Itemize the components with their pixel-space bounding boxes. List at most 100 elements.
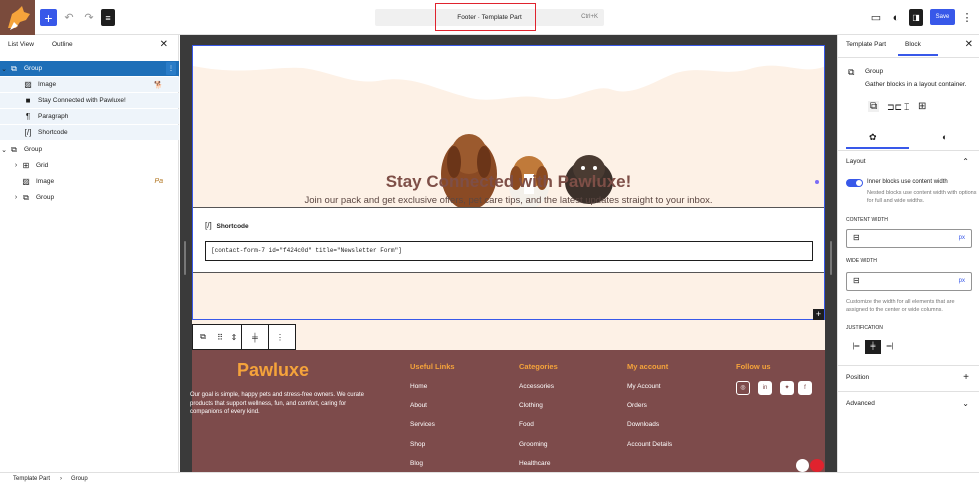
shortcode-block[interactable]: [/] Shortcode [contact-form-7 id="f424c0…: [193, 207, 824, 273]
chevron-down-icon[interactable]: ⌄: [0, 65, 8, 73]
tab-list-view[interactable]: List View: [8, 41, 34, 48]
footer-link[interactable]: Clothing: [519, 402, 543, 409]
content-width-toggle[interactable]: [846, 179, 863, 187]
footer-link[interactable]: Grooming: [519, 441, 548, 448]
justify-left-icon[interactable]: |═: [848, 340, 864, 354]
group-variation-icon[interactable]: ⧉: [868, 101, 880, 112]
chevron-right-icon[interactable]: ›: [12, 194, 20, 201]
row-variation-icon[interactable]: ⊐⊏: [887, 102, 902, 113]
stack-variation-icon[interactable]: ⌶: [904, 102, 909, 113]
list-item-heading[interactable]: ■ Stay Connected with Pawluxe!: [0, 93, 179, 108]
list-item-paragraph[interactable]: ¶ Paragraph: [0, 109, 179, 124]
block-toolbar: ⧉ ⠿ ⇕ ╪ ⋮: [192, 324, 296, 350]
justify-right-icon[interactable]: ═|: [882, 340, 898, 354]
settings-gear-icon[interactable]: ✿: [869, 132, 877, 143]
image-thumbnail: 🐕: [154, 81, 163, 89]
shortcode-input[interactable]: [contact-form-7 id="f424c0d" title="News…: [205, 241, 813, 261]
tab-block[interactable]: Block: [905, 41, 921, 48]
facebook-icon[interactable]: f: [798, 381, 812, 395]
footer-link[interactable]: Home: [410, 383, 427, 390]
footer-link[interactable]: Blog: [410, 460, 423, 467]
notification-badge-icon[interactable]: [810, 459, 824, 472]
justify-center-icon[interactable]: ╪: [242, 333, 268, 342]
options-icon[interactable]: ⋮: [962, 9, 973, 26]
footer-link[interactable]: Healthcare: [519, 460, 550, 467]
save-button[interactable]: Save: [930, 9, 955, 25]
grid-variation-icon[interactable]: ⊞: [918, 101, 926, 112]
close-icon[interactable]: ✕: [965, 39, 973, 50]
footer-section[interactable]: Pawluxe Our goal is simple, happy pets a…: [190, 350, 825, 472]
breadcrumb-template-part[interactable]: Template Part: [13, 476, 50, 482]
justify-center-icon[interactable]: ╪: [865, 340, 881, 354]
chevron-right-icon[interactable]: ›: [12, 162, 20, 169]
add-block-button[interactable]: +: [40, 9, 57, 26]
linkedin-icon[interactable]: in: [758, 381, 772, 395]
resize-handle-right[interactable]: [830, 241, 832, 275]
newsletter-heading[interactable]: Stay Connected with Pawluxe!: [193, 172, 824, 192]
editor-top-bar: + ↶ ↷ ≡ Footer · Template Part Ctrl+K ▭ …: [0, 0, 979, 35]
chevron-down-icon[interactable]: ⌄: [962, 399, 969, 408]
close-icon[interactable]: ✕: [160, 39, 168, 50]
list-item-shortcode[interactable]: [/] Shortcode: [0, 125, 179, 140]
layout-heading[interactable]: Layout: [846, 158, 866, 165]
group-block-newsletter[interactable]: Stay Connected with Pawluxe! Join our pa…: [192, 45, 825, 320]
group-icon[interactable]: ⧉: [193, 332, 213, 342]
style-book-icon[interactable]: ◐: [890, 9, 902, 26]
position-heading[interactable]: Position: [846, 374, 869, 381]
chevron-down-icon[interactable]: ⌄: [0, 146, 8, 154]
list-item-group[interactable]: ⌄ ⧉ Group ⋮: [0, 61, 179, 76]
footer-link[interactable]: Food: [519, 421, 534, 428]
chevron-up-icon[interactable]: ⌃: [962, 157, 969, 166]
tab-template-part[interactable]: Template Part: [846, 41, 886, 48]
footer-link[interactable]: Services: [410, 421, 435, 428]
list-item-group[interactable]: ⌄ ⧉ Group: [0, 142, 179, 157]
list-item-label: Shortcode: [38, 129, 68, 136]
block-inserter-button[interactable]: +: [813, 309, 824, 320]
instagram-icon[interactable]: ◎: [736, 381, 750, 395]
footer-link[interactable]: About: [410, 402, 427, 409]
list-item-image[interactable]: ▨ Image Pa: [0, 174, 179, 189]
content-width-input[interactable]: ⊟ px: [846, 229, 972, 248]
advanced-heading[interactable]: Advanced: [846, 400, 875, 407]
list-item-label: Paragraph: [38, 113, 69, 120]
twitter-icon[interactable]: ✦: [780, 381, 794, 395]
footer-link[interactable]: Account Details: [627, 441, 672, 448]
footer-link[interactable]: Accessories: [519, 383, 554, 390]
options-icon[interactable]: ⋮: [166, 62, 176, 75]
site-logo[interactable]: [0, 0, 35, 35]
drag-handle-icon[interactable]: ⠿: [213, 333, 227, 342]
list-item-label: Group: [36, 194, 55, 201]
block-breadcrumb-bar: Template Part › Group: [0, 472, 979, 486]
footer-link[interactable]: Orders: [627, 402, 647, 409]
settings-sidebar-icon[interactable]: ◨: [909, 9, 923, 26]
footer-link[interactable]: Shop: [410, 441, 425, 448]
options-icon[interactable]: ⋮: [269, 333, 291, 342]
device-preview-icon[interactable]: ▭: [870, 9, 882, 26]
wide-width-input[interactable]: ⊟ px: [846, 272, 972, 291]
map-pin-icon[interactable]: [796, 459, 809, 472]
move-up-down-icon[interactable]: ⇕: [227, 333, 241, 342]
image-icon: ▨: [24, 80, 32, 89]
document-overview-button[interactable]: ≡: [101, 9, 115, 26]
divider: [838, 150, 979, 151]
breadcrumb-group[interactable]: Group: [71, 476, 88, 482]
active-subtab-indicator: [846, 147, 909, 149]
list-item-group[interactable]: › ⧉ Group: [0, 190, 179, 205]
newsletter-paragraph[interactable]: Join our pack and get exclusive offers, …: [193, 195, 824, 206]
resize-handle-left[interactable]: [184, 241, 186, 275]
undo-icon[interactable]: ↶: [62, 9, 76, 26]
footer-link[interactable]: Downloads: [627, 421, 659, 428]
bookmark-icon: ■: [25, 96, 31, 105]
styles-icon[interactable]: ◐: [942, 132, 947, 142]
block-name: Group: [865, 68, 884, 75]
list-item-image[interactable]: ▨ Image 🐕: [0, 77, 179, 92]
redo-icon[interactable]: ↷: [82, 9, 96, 26]
tab-outline[interactable]: Outline: [52, 41, 73, 48]
unit-select[interactable]: px: [959, 278, 965, 284]
footer-brand-logo[interactable]: Pawluxe: [237, 360, 309, 381]
plus-icon[interactable]: +: [963, 372, 969, 383]
footer-link[interactable]: My Account: [627, 383, 661, 390]
content-width-label: CONTENT WIDTH: [846, 217, 888, 223]
unit-select[interactable]: px: [959, 235, 965, 241]
list-item-grid[interactable]: › ⊞ Grid: [0, 158, 179, 173]
